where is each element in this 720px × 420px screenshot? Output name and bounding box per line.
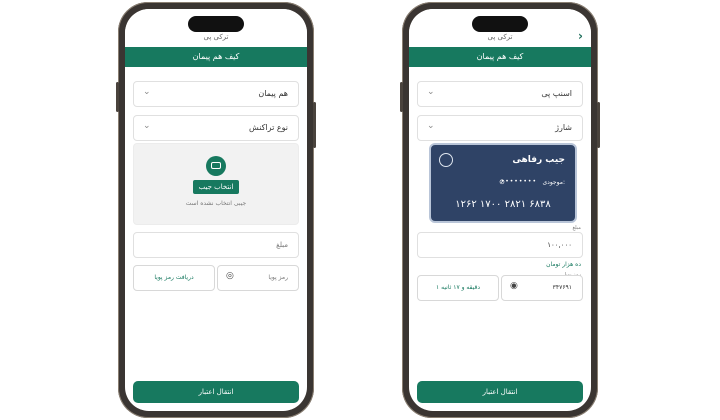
dropdown-label: اسنپ پی [541, 89, 572, 98]
otp-timer-button[interactable]: ۱ دقیقه و ۱۷ ثانیه [417, 275, 499, 301]
partner-dropdown[interactable]: هم پیمان ⌄ [133, 81, 299, 107]
transaction-type-dropdown[interactable]: نوع تراکنش ⌄ [133, 115, 299, 141]
get-otp-button[interactable]: دریافت رمز پویا [133, 265, 215, 291]
amount-in-words: ده هزار تومان [546, 261, 581, 268]
chevron-down-icon: ⌄ [143, 121, 151, 131]
transfer-credit-button[interactable]: انتقال اعتبار [417, 381, 583, 403]
page-header: کیف هم پیمان [125, 47, 307, 67]
amount-value: ۱۰۰,۰۰۰ [547, 241, 572, 249]
amount-placeholder: مبلغ [276, 241, 288, 249]
brand-logo-icon [439, 153, 453, 167]
wallet-icon [206, 156, 226, 176]
screen-left: ترکی پی کیف هم پیمان هم پیمان ⌄ نوع تراک… [125, 9, 307, 411]
otp-value: ۳۴۷۶۹۱ [552, 284, 572, 291]
chevron-down-icon: ⌄ [143, 87, 151, 97]
amount-input[interactable]: ۱۰۰,۰۰۰ [417, 232, 583, 258]
chevron-down-icon: ⌄ [427, 87, 435, 97]
otp-input[interactable]: ۳۴۷۶۹۱ ◉ [501, 275, 583, 301]
side-button [116, 82, 119, 112]
otp-placeholder: رمز پویا [268, 274, 288, 281]
side-button [400, 82, 403, 112]
dropdown-label: نوع تراکنش [249, 123, 288, 132]
side-button [313, 102, 316, 148]
back-chevron-icon[interactable]: › [578, 29, 583, 43]
page-header: کیف هم پیمان [409, 47, 591, 67]
app-title: ترکی پی [203, 33, 229, 41]
otp-input[interactable]: رمز پویا ◎ [217, 265, 299, 291]
balance-label: موجودی: [542, 179, 565, 186]
screen-right: ترکی پی › کیف هم پیمان اسنپ پی ⌄ شارژ ⌄ … [409, 9, 591, 411]
eye-off-icon[interactable]: ⊘ [499, 178, 505, 186]
eye-off-icon[interactable]: ◎ [226, 271, 234, 281]
balance-mask: •••••••• [500, 178, 537, 185]
card-number: ۱۲۶۲ ۱۷۰۰ ۲۸۲۱ ۶۸۳۸ [455, 199, 551, 210]
dynamic-island [472, 16, 528, 32]
eye-icon[interactable]: ◉ [510, 281, 518, 291]
select-wallet-button[interactable]: انتخاب جیب [193, 180, 239, 194]
transaction-type-dropdown[interactable]: شارژ ⌄ [417, 115, 583, 141]
transfer-credit-button[interactable]: انتقال اعتبار [133, 381, 299, 403]
amount-label: مبلغ [572, 225, 581, 231]
phone-left: ترکی پی کیف هم پیمان هم پیمان ⌄ نوع تراک… [116, 2, 316, 418]
wallet-picker: انتخاب جیب جیبی انتخاب نشده است [133, 143, 299, 225]
amount-input[interactable]: مبلغ [133, 232, 299, 258]
card-title: جیب رفاهی [512, 155, 565, 165]
dynamic-island [188, 16, 244, 32]
partner-dropdown[interactable]: اسنپ پی ⌄ [417, 81, 583, 107]
dropdown-label: هم پیمان [258, 89, 288, 98]
no-wallet-text: جیبی انتخاب نشده است [185, 200, 247, 207]
wallet-card[interactable]: جیب رفاهی موجودی: •••••••• ⊘ ۱۲۶۲ ۱۷۰۰ ۲… [429, 143, 577, 223]
phone-right: ترکی پی › کیف هم پیمان اسنپ پی ⌄ شارژ ⌄ … [400, 2, 600, 418]
chevron-down-icon: ⌄ [427, 121, 435, 131]
app-title: ترکی پی [487, 33, 513, 41]
side-button [597, 102, 600, 148]
dropdown-label: شارژ [555, 123, 572, 132]
